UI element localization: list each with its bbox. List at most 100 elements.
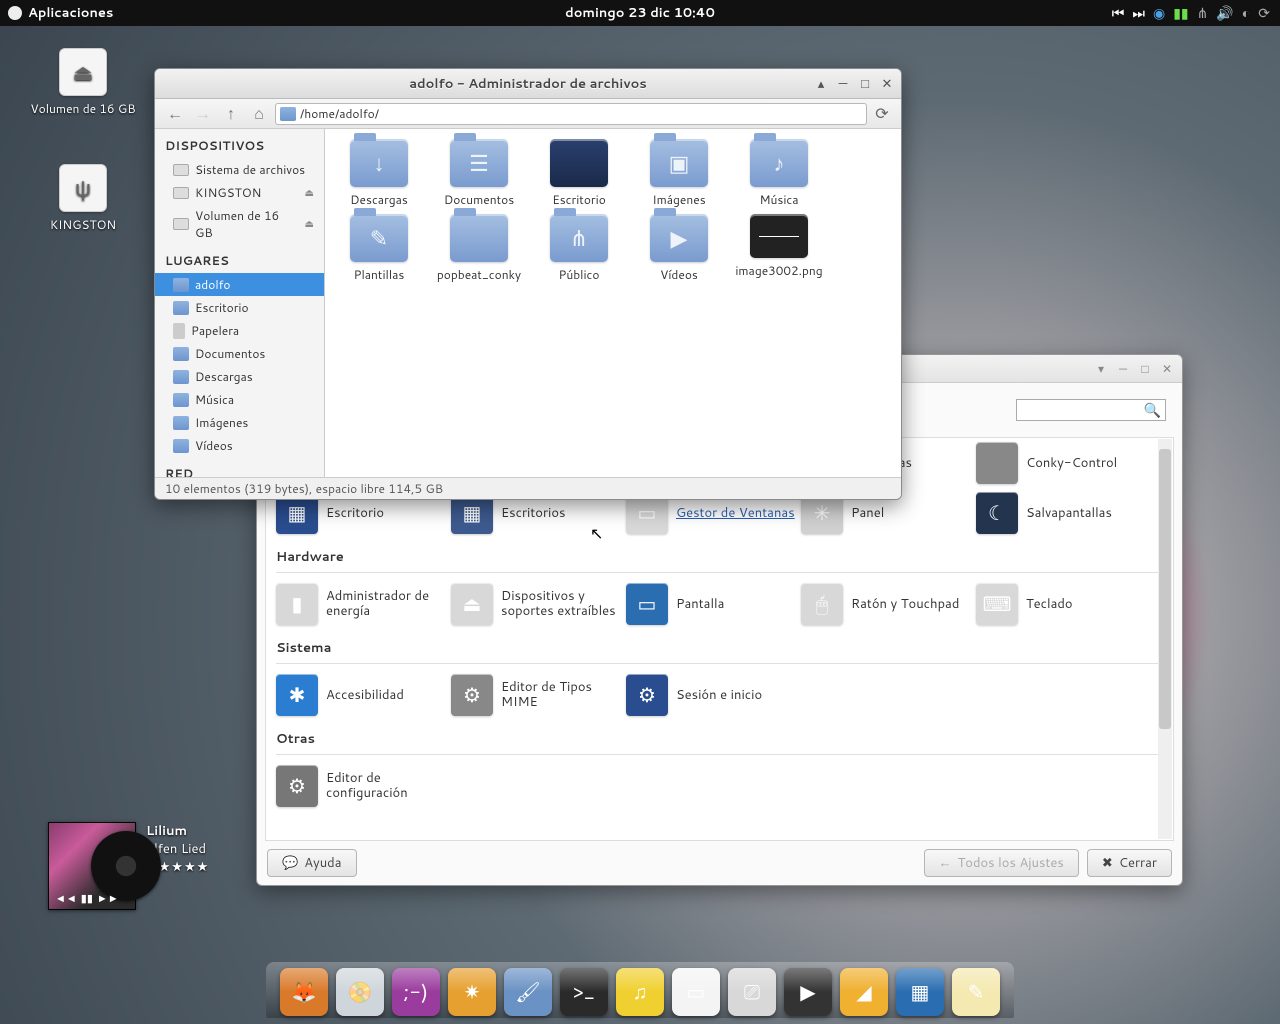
sidebar-item-device[interactable]: KINGSTON⏏ [155,181,324,204]
maximize-button[interactable]: □ [1136,361,1154,377]
settings-item[interactable]: ⌨Teclado [976,579,1151,629]
settings-item[interactable]: 🖱Ratón y Touchpad [801,579,976,629]
help-button[interactable]: 💬Ayuda [267,849,357,877]
sidebar-item-place[interactable]: adolfo [155,273,324,296]
applications-menu[interactable]: Aplicaciones [0,4,121,22]
file-item[interactable]: image3002.png [729,214,829,283]
fm-minimize-button[interactable]: — [833,75,853,93]
desktop-icon-kingston[interactable]: ψ KINGSTON [28,164,138,233]
settings-item-label: Pantalla [676,595,724,613]
window-menu-button[interactable]: ▾ [1092,361,1110,377]
sidebar-item-device[interactable]: Sistema de archivos [155,158,324,181]
settings-item-icon [976,442,1018,484]
sidebar-item-place[interactable]: Papelera [155,319,324,342]
settings-item[interactable]: ✱Accesibilidad [276,670,451,720]
dock-item[interactable]: ◢ [840,968,888,1016]
settings-item[interactable]: ▮Administrador de energía [276,579,451,629]
sidebar-item-place[interactable]: Vídeos [155,434,324,457]
sidebar-item-place[interactable]: Música [155,388,324,411]
settings-item[interactable]: Conky-Control [976,438,1151,488]
file-item[interactable]: ▶Vídeos [629,214,729,283]
settings-item[interactable]: ⚙Editor de configuración [276,761,451,811]
dock-item-icon: 🦊 [292,978,317,1006]
dock-item[interactable]: ;-) [392,968,440,1016]
nav-home-button[interactable]: ⌂ [247,103,271,125]
settings-item[interactable]: ⏏Dispositivos y soportes extraíbles [451,579,626,629]
fm-maximize-button[interactable]: □ [855,75,875,93]
media-play-button[interactable]: ▮▮ [81,890,93,906]
settings-scrollbar[interactable] [1158,439,1172,839]
file-item[interactable]: popbeat_conky [429,214,529,283]
settings-item-icon: ⚙ [451,674,493,716]
settings-search-input[interactable]: 🔍 [1016,399,1166,421]
settings-item[interactable]: ☾Salvapantallas [976,488,1151,538]
dock-item-icon: ▦ [911,978,930,1006]
file-item[interactable]: ↓Descargas [329,139,429,208]
location-text[interactable]: /home/adolfo/ [300,105,862,122]
fm-icon-view[interactable]: ↓Descargas☰DocumentosEscritorio▣Imágenes… [325,129,901,477]
settings-item[interactable]: ⚙Editor de Tipos MIME [451,670,626,720]
dock-item[interactable]: ⎚ [728,968,776,1016]
eject-icon[interactable]: ⏏ [305,186,314,200]
settings-item-label: Escritorios [501,504,566,522]
close-button[interactable]: ✕ [1158,361,1176,377]
dock-item[interactable]: ✎ [952,968,1000,1016]
settings-item-icon: ✱ [276,674,318,716]
file-item[interactable]: ♪Música [729,139,829,208]
dock-item[interactable]: 🖌 [504,968,552,1016]
desktop-icon-volume[interactable]: ⏏ Volumen de 16 GB [28,48,138,117]
sidebar-item-place[interactable]: Escritorio [155,296,324,319]
dock-item[interactable]: >_ [560,968,608,1016]
scrollbar-thumb[interactable] [1159,449,1171,729]
location-bar[interactable]: /home/adolfo/ [275,103,867,125]
battery-icon[interactable]: ▮▮ [1173,3,1188,23]
updates-icon[interactable]: ◉ [1153,3,1165,23]
eject-icon[interactable]: ⏏ [305,217,314,231]
sidebar-item-device[interactable]: Volumen de 16 GB⏏ [155,204,324,244]
user-icon[interactable]: ◐ [1242,3,1250,23]
file-item[interactable]: ✎Plantillas [329,214,429,283]
network-icon[interactable]: ⋔ [1197,3,1209,23]
clock[interactable]: domingo 23 dic 10:40 [565,4,715,22]
file-item[interactable]: ⋔Público [529,214,629,283]
file-item[interactable]: ▣Imágenes [629,139,729,208]
dock-item[interactable]: ▶ [784,968,832,1016]
settings-item-label: Escritorio [326,504,384,522]
dock-item[interactable]: ▦ [896,968,944,1016]
settings-item[interactable]: ▭Pantalla [626,579,801,629]
dock-item[interactable]: ♫ [616,968,664,1016]
drive-icon: ⏏ [59,48,107,96]
dock-item[interactable]: ▭ [672,968,720,1016]
power-icon[interactable]: ⟳ [1258,3,1270,23]
top-panel: Aplicaciones domingo 23 dic 10:40 ⏮ ⏭ ◉ … [0,0,1280,26]
close-settings-button[interactable]: ✖Cerrar [1087,849,1172,877]
media-next-icon[interactable]: ⏭ [1132,3,1145,23]
nav-up-button[interactable]: ↑ [219,103,243,125]
album-art[interactable]: ◄◄ ▮▮ ►► [48,822,136,910]
sidebar-item-place[interactable]: Descargas [155,365,324,388]
track-title: Lilium [146,822,209,840]
nav-forward-button[interactable]: → [191,103,215,125]
dock-item[interactable]: 📀 [336,968,384,1016]
fm-menu-button[interactable]: ▴ [811,75,831,93]
dock-item[interactable]: ✷ [448,968,496,1016]
settings-item-label[interactable]: Gestor de Ventanas [676,504,795,522]
reload-button[interactable]: ⟳ [871,103,893,125]
fm-titlebar[interactable]: adolfo - Administrador de archivos ▴ — □… [155,69,901,99]
sidebar-item-place[interactable]: Documentos [155,342,324,365]
volume-icon[interactable]: 🔊 [1216,3,1233,23]
sidebar-item-place[interactable]: Imágenes [155,411,324,434]
file-item[interactable]: Escritorio [529,139,629,208]
minimize-button[interactable]: — [1114,361,1132,377]
file-item[interactable]: ☰Documentos [429,139,529,208]
folder-icon [450,214,508,262]
folder-icon [173,370,189,384]
fm-close-button[interactable]: ✕ [877,75,897,93]
all-settings-button[interactable]: ←Todos los Ajustes [924,849,1079,877]
media-prev-icon[interactable]: ⏮ [1112,3,1125,23]
dock-item[interactable]: 🦊 [280,968,328,1016]
media-next-button[interactable]: ►► [97,890,119,906]
nav-back-button[interactable]: ← [163,103,187,125]
settings-item[interactable]: ⚙Sesión e inicio [626,670,801,720]
media-prev-button[interactable]: ◄◄ [55,890,77,906]
